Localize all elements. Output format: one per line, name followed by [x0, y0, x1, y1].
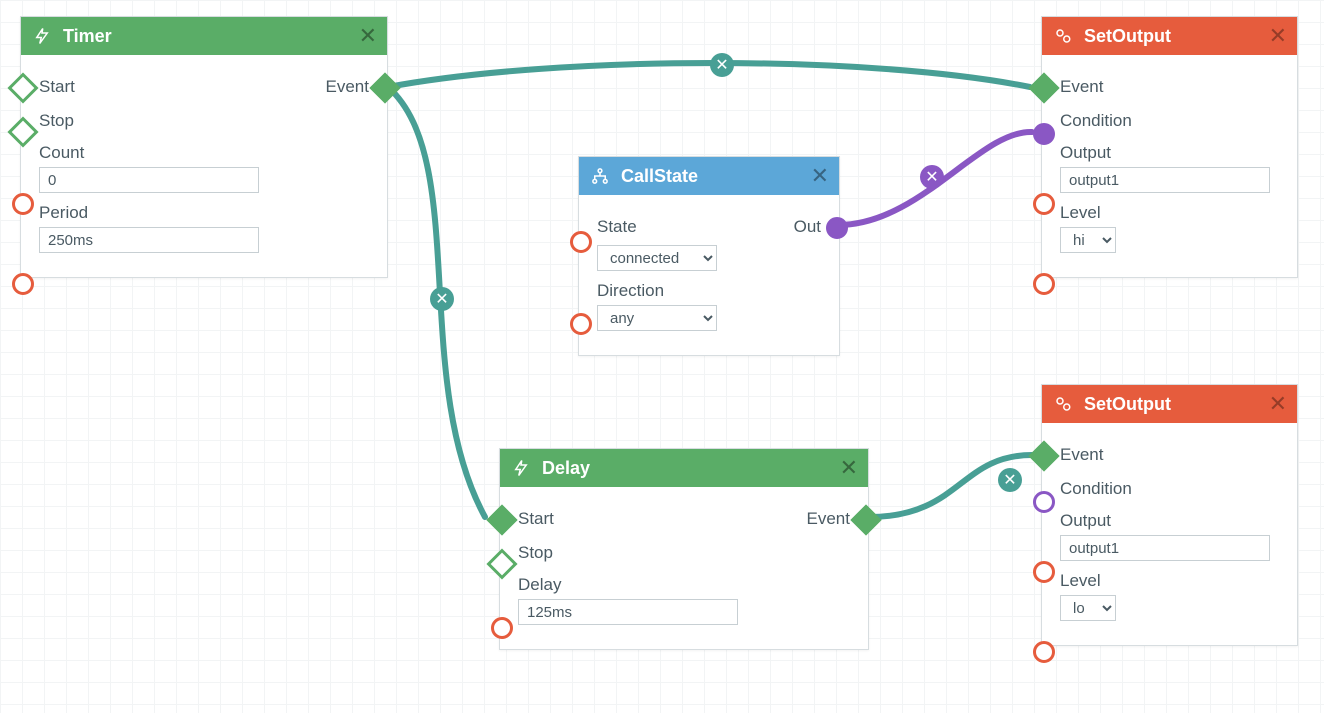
field-label-level: Level — [1060, 203, 1279, 223]
port-output[interactable] — [1033, 193, 1055, 215]
level-select[interactable]: lo — [1060, 595, 1116, 621]
period-input[interactable] — [39, 227, 259, 253]
port-label-stop: Stop — [518, 543, 850, 563]
close-icon[interactable]: ✕ — [1269, 391, 1287, 417]
node-title: Delay — [542, 458, 840, 479]
sitemap-icon — [589, 165, 611, 187]
port-count[interactable] — [12, 193, 34, 215]
field-label-period: Period — [39, 203, 369, 223]
close-icon[interactable]: ✕ — [1269, 23, 1287, 49]
field-label-direction: Direction — [597, 281, 821, 301]
port-label-out: Out — [794, 217, 821, 237]
field-label-level: Level — [1060, 571, 1279, 591]
node-delay[interactable]: Delay ✕ Start Event Stop Delay — [499, 448, 869, 650]
output-input[interactable] — [1060, 167, 1270, 193]
node-titlebar[interactable]: SetOutput ✕ — [1042, 17, 1297, 55]
port-condition[interactable] — [1033, 491, 1055, 513]
lightning-icon — [510, 457, 532, 479]
field-label-state: State — [597, 217, 794, 237]
port-level[interactable] — [1033, 641, 1055, 663]
port-condition[interactable] — [1033, 123, 1055, 145]
delay-input[interactable] — [518, 599, 738, 625]
port-level[interactable] — [1033, 273, 1055, 295]
port-label-event: Event — [326, 77, 369, 97]
flow-canvas[interactable]: ✕ ✕ ✕ ✕ Timer ✕ Start Event Stop Count — [0, 0, 1324, 713]
node-callstate[interactable]: CallState ✕ State Out connected Directio… — [578, 156, 840, 356]
level-select[interactable]: hi — [1060, 227, 1116, 253]
state-select[interactable]: connected — [597, 245, 717, 271]
close-icon[interactable]: ✕ — [811, 163, 829, 189]
field-label-count: Count — [39, 143, 369, 163]
node-setoutput-1[interactable]: SetOutput ✕ Event Condition Output Level… — [1041, 16, 1298, 278]
node-title: SetOutput — [1084, 394, 1269, 415]
port-label-event: Event — [1060, 445, 1279, 465]
node-title: Timer — [63, 26, 359, 47]
node-titlebar[interactable]: SetOutput ✕ — [1042, 385, 1297, 423]
port-label-event: Event — [1060, 77, 1279, 97]
output-input[interactable] — [1060, 535, 1270, 561]
port-delay[interactable] — [491, 617, 513, 639]
port-output[interactable] — [1033, 561, 1055, 583]
edge-delete-icon[interactable]: ✕ — [920, 165, 944, 189]
port-label-condition: Condition — [1060, 111, 1279, 131]
port-label-condition: Condition — [1060, 479, 1279, 499]
node-timer[interactable]: Timer ✕ Start Event Stop Count Period — [20, 16, 388, 278]
port-state[interactable] — [570, 231, 592, 253]
close-icon[interactable]: ✕ — [840, 455, 858, 481]
port-out[interactable] — [826, 217, 848, 239]
node-title: CallState — [621, 166, 811, 187]
node-setoutput-2[interactable]: SetOutput ✕ Event Condition Output Level… — [1041, 384, 1298, 646]
node-titlebar[interactable]: Delay ✕ — [500, 449, 868, 487]
gears-icon — [1052, 25, 1074, 47]
field-label-delay: Delay — [518, 575, 850, 595]
edge-delete-icon[interactable]: ✕ — [998, 468, 1022, 492]
close-icon[interactable]: ✕ — [359, 23, 377, 49]
edge-delete-icon[interactable]: ✕ — [710, 53, 734, 77]
field-label-output: Output — [1060, 143, 1279, 163]
port-label-stop: Stop — [39, 111, 369, 131]
field-label-output: Output — [1060, 511, 1279, 531]
node-titlebar[interactable]: CallState ✕ — [579, 157, 839, 195]
count-input[interactable] — [39, 167, 259, 193]
edge-delete-icon[interactable]: ✕ — [430, 287, 454, 311]
port-label-start: Start — [39, 77, 326, 97]
port-label-start: Start — [518, 509, 807, 529]
node-title: SetOutput — [1084, 26, 1269, 47]
node-titlebar[interactable]: Timer ✕ — [21, 17, 387, 55]
direction-select[interactable]: any — [597, 305, 717, 331]
port-period[interactable] — [12, 273, 34, 295]
gears-icon — [1052, 393, 1074, 415]
port-direction[interactable] — [570, 313, 592, 335]
lightning-icon — [31, 25, 53, 47]
port-label-event: Event — [807, 509, 850, 529]
